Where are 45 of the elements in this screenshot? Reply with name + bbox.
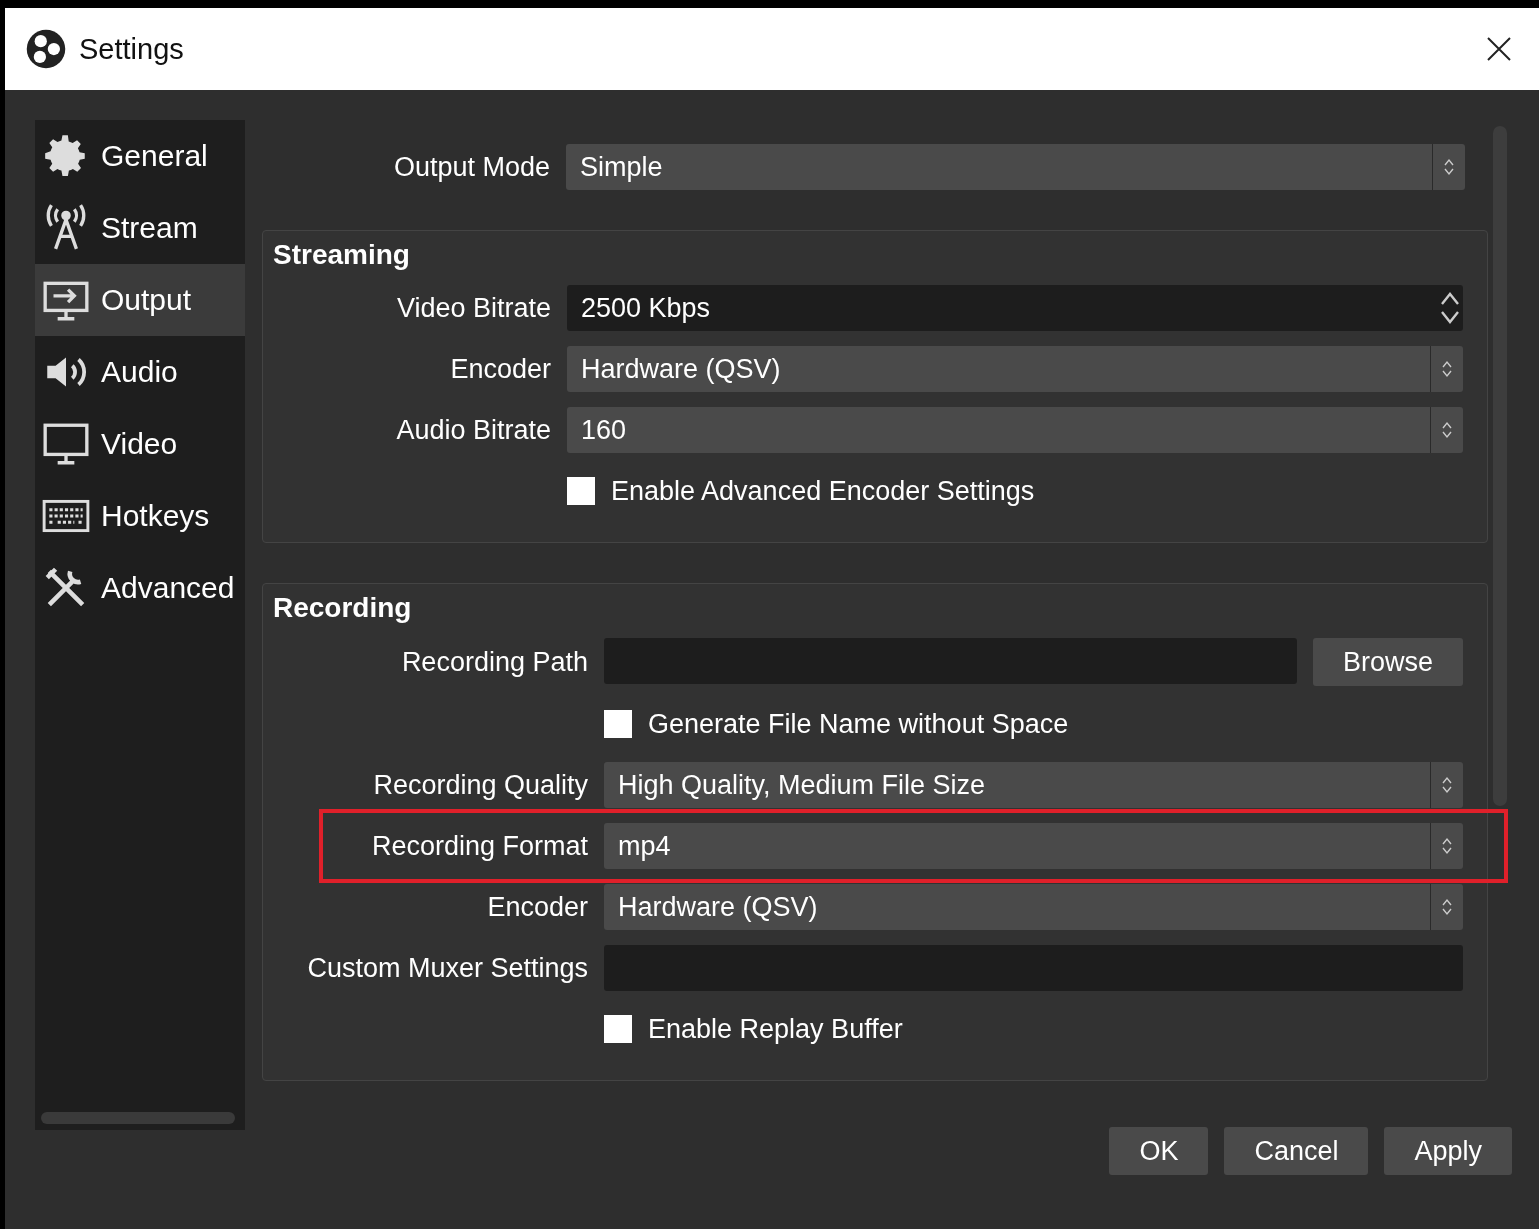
sidebar-item[interactable]: Advanced (35, 552, 245, 624)
up-down-arrows-icon (1441, 775, 1453, 795)
up-down-arrows-icon (1441, 359, 1453, 379)
checkbox[interactable] (567, 477, 595, 505)
sidebar-item[interactable]: Output (35, 264, 245, 336)
field-label: Recording Quality (372, 769, 588, 801)
up-down-arrows-icon (1441, 897, 1453, 917)
checkbox[interactable] (604, 1015, 632, 1043)
sidebar-item[interactable]: Hotkeys (35, 480, 245, 552)
field-label: Encoder (449, 353, 551, 385)
scrollbar[interactable] (41, 1112, 235, 1124)
checkbox-label: Enable Advanced Encoder Settings (611, 475, 1035, 507)
field-label: Audio Bitrate (395, 414, 551, 446)
field-label: Encoder (486, 891, 588, 923)
checkbox-label: Generate File Name without Space (648, 708, 1069, 740)
field-label: Recording Format (370, 830, 588, 862)
window-title: Settings (79, 32, 185, 66)
checkbox[interactable] (604, 710, 632, 738)
up-down-arrows-icon (1441, 420, 1453, 440)
group-title: Streaming (273, 239, 411, 271)
spin-box[interactable]: 2500 Kbps (567, 285, 1463, 331)
dropdown[interactable]: High Quality, Medium File Size (604, 762, 1463, 808)
dropdown[interactable]: mp4 (604, 823, 1463, 869)
dialog-button[interactable]: OK (1109, 1127, 1209, 1175)
checkbox-label: Enable Replay Buffer (648, 1013, 903, 1045)
field-label: Output Mode (392, 151, 550, 183)
sidebar-item[interactable]: Audio (35, 336, 245, 408)
dropdown[interactable]: Hardware (QSV) (567, 346, 1463, 392)
up-down-arrows-icon (1443, 157, 1455, 177)
dialog-button[interactable]: Cancel (1224, 1127, 1369, 1175)
dropdown[interactable]: Hardware (QSV) (604, 884, 1463, 930)
field-label: Custom Muxer Settings (306, 952, 588, 984)
close-icon (1485, 35, 1513, 63)
group-title: Recording (273, 592, 413, 624)
dialog-button[interactable]: Apply (1384, 1127, 1512, 1175)
dropdown[interactable]: 160 (567, 407, 1463, 453)
sidebar-item[interactable]: General (35, 120, 245, 192)
field-label: Video Bitrate (395, 292, 551, 324)
browse-button[interactable]: Browse (1312, 638, 1463, 686)
up-down-arrows-icon (1441, 836, 1453, 856)
sidebar-item[interactable]: Stream (35, 192, 245, 264)
app-logo-icon (25, 28, 67, 70)
field-label: Recording Path (400, 646, 588, 678)
sidebar-item[interactable]: Video (35, 408, 245, 480)
dropdown[interactable]: Simple (566, 144, 1465, 190)
